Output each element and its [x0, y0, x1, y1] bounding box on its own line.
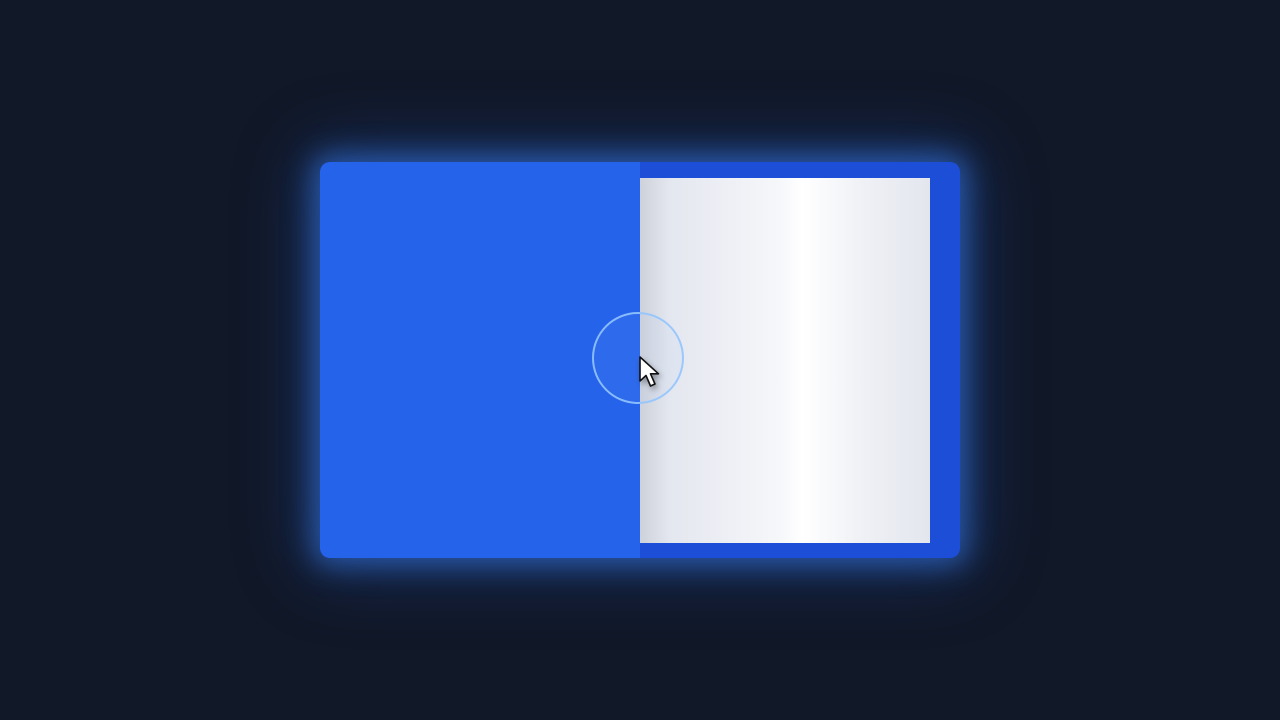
mouse-pointer-icon: [639, 356, 660, 387]
stage: [0, 0, 1280, 720]
